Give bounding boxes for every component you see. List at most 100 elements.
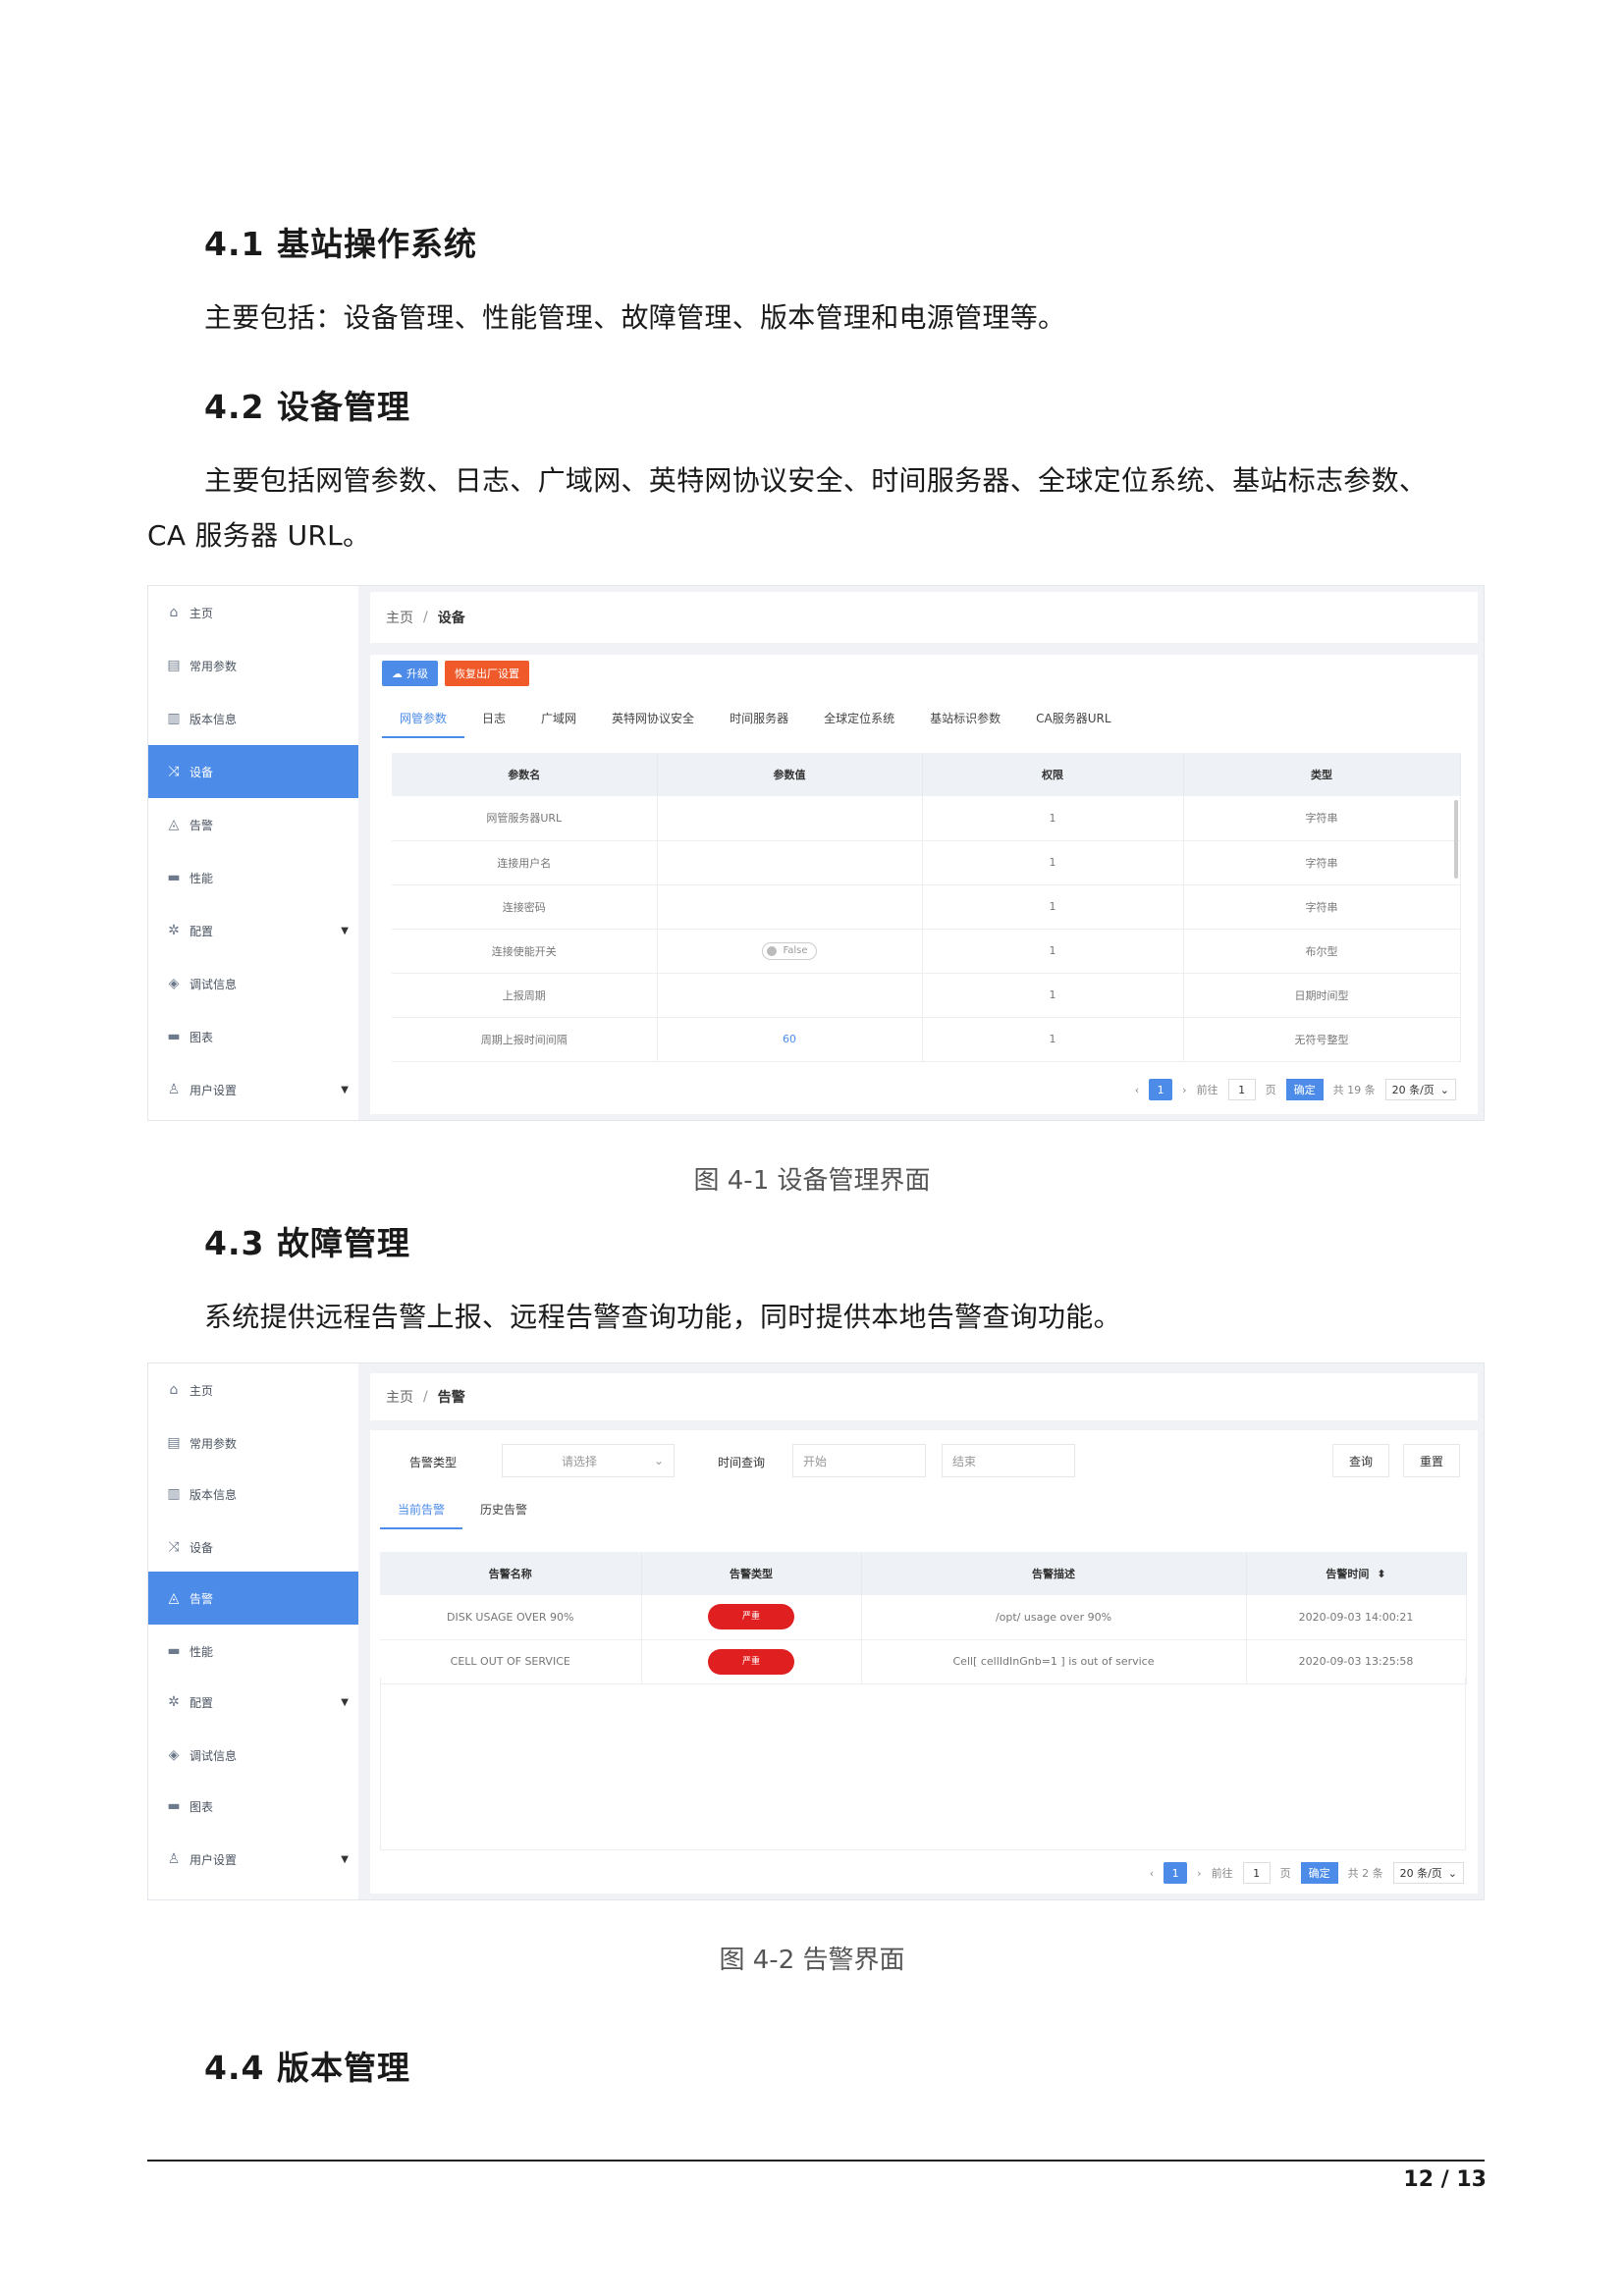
version-icon: ▥ [167, 1486, 181, 1502]
column-header-sortable[interactable]: 告警时间 ⬍ [1246, 1552, 1467, 1595]
page-unit-label: 页 [1279, 1867, 1291, 1880]
goto-label: 前往 [1211, 1867, 1233, 1880]
tab-gps[interactable]: 全球定位系统 [806, 710, 912, 738]
table-row[interactable]: 连接使能开关 False 1 布尔型 [392, 929, 1461, 974]
device-icon: ⤨ [168, 1539, 180, 1555]
user-icon: ♙ [167, 1851, 181, 1867]
caret-down-icon: ▼ [341, 1853, 349, 1865]
table-row[interactable]: 连接用户名 1 字符串 [392, 840, 1461, 885]
param-value-cell[interactable] [657, 884, 923, 930]
page-unit-label: 页 [1265, 1084, 1276, 1096]
tab-wan[interactable]: 广域网 [523, 710, 594, 738]
sidebar-item-label: 常用参数 [189, 1436, 238, 1451]
sidebar-item-version[interactable]: ▥ 版本信息 [148, 692, 358, 745]
sidebar-item-charts[interactable]: ▬ 图表 [148, 1780, 358, 1833]
table-row[interactable]: 连接密码 1 字符串 [392, 884, 1461, 930]
sidebar-item-label: 性能 [189, 871, 214, 885]
alarm-description-cell: /opt/ usage over 90% [861, 1595, 1247, 1640]
table-scrollbar[interactable] [1454, 800, 1458, 879]
tab-nms-params[interactable]: 网管参数 [382, 710, 465, 738]
sidebar-item-home[interactable]: ⌂ 主页 [148, 586, 358, 639]
breadcrumb-current: 设备 [437, 611, 465, 626]
param-name-cell: 连接密码 [392, 884, 658, 930]
sidebar-item-device[interactable]: ⤨ 设备 [148, 745, 358, 798]
column-header: 参数名 [392, 753, 658, 796]
toggle-switch[interactable]: False [762, 941, 817, 960]
sidebar-item-label: 用户设置 [189, 1083, 238, 1097]
sidebar-item-device[interactable]: ⤨ 设备 [148, 1521, 358, 1574]
start-time-input[interactable]: 开始 [792, 1444, 926, 1477]
tab-ca-url[interactable]: CA服务器URL [1018, 710, 1128, 738]
table-row[interactable]: DISK USAGE OVER 90% 严重/opt/ usage over 90… [380, 1595, 1467, 1640]
goto-page-input[interactable]: 1 [1242, 1862, 1271, 1884]
confirm-button[interactable]: 确定 [1300, 1862, 1338, 1884]
page-size-select[interactable]: 20 条/页 ⌄ [1384, 1079, 1456, 1100]
param-value-cell[interactable]: 60 [657, 1017, 923, 1062]
prev-page-button[interactable]: ‹ [1135, 1084, 1139, 1096]
sidebar-item-performance[interactable]: ▬ 性能 [148, 851, 358, 904]
sidebar-item-debug[interactable]: ◈ 调试信息 [148, 957, 358, 1010]
breadcrumb: 主页 / 告警 [370, 1373, 1478, 1420]
tab-current-alarms[interactable]: 当前告警 [380, 1501, 463, 1529]
breadcrumb-home[interactable]: 主页 [386, 1387, 413, 1407]
device-panel: ☁ 升级 恢复出厂设置 网管参数 日志 广域网 英特网协议安全 时间服务器 全球定… [370, 655, 1478, 1114]
param-value-cell[interactable] [657, 973, 923, 1018]
sidebar-item-label: 性能 [189, 1644, 214, 1659]
factory-reset-button[interactable]: 恢复出厂设置 [445, 661, 529, 686]
current-page-button[interactable]: 1 [1149, 1079, 1173, 1100]
permission-cell: 1 [922, 1017, 1184, 1062]
next-page-button[interactable]: › [1197, 1867, 1201, 1880]
confirm-button[interactable]: 确定 [1285, 1079, 1324, 1100]
column-header-label: 告警时间 [1326, 1568, 1370, 1580]
param-value-cell[interactable] [657, 796, 923, 841]
end-time-input[interactable]: 结束 [942, 1444, 1075, 1477]
sidebar-item-user-settings[interactable]: ♙ 用户设置 ▼ [148, 1833, 358, 1886]
alarm-type-select[interactable]: 请选择 ⌄ [502, 1444, 675, 1477]
page-size-select[interactable]: 20 条/页 ⌄ [1392, 1862, 1464, 1884]
table-empty-area [380, 1678, 1466, 1850]
table-row[interactable]: 上报周期 1 日期时间型 [392, 973, 1461, 1018]
sidebar-item-performance[interactable]: ▬ 性能 [148, 1625, 358, 1678]
upgrade-button[interactable]: ☁ 升级 [382, 661, 438, 686]
alarm-type-cell: 严重 [641, 1595, 862, 1640]
next-page-button[interactable]: › [1182, 1084, 1186, 1096]
goto-page-input[interactable]: 1 [1227, 1079, 1256, 1100]
breadcrumb-home[interactable]: 主页 [386, 608, 413, 627]
table-row[interactable]: 网管服务器URL 1 字符串 [392, 796, 1461, 841]
tab-history-alarms[interactable]: 历史告警 [462, 1501, 545, 1529]
figure-4-2-caption: 图 4-2 告警界面 [719, 1946, 905, 1975]
sidebar-item-config[interactable]: ✲ 配置 ▼ [148, 904, 358, 957]
permission-cell: 1 [922, 884, 1184, 930]
sidebar-item-version[interactable]: ▥ 版本信息 [148, 1468, 358, 1521]
permission-cell: 1 [922, 840, 1184, 885]
sidebar-item-config[interactable]: ✲ 配置 ▼ [148, 1676, 358, 1729]
sidebar-item-charts[interactable]: ▬ 图表 [148, 1010, 358, 1063]
tab-ipsec[interactable]: 英特网协议安全 [594, 710, 712, 738]
type-cell: 字符串 [1183, 884, 1461, 930]
sidebar-item-params[interactable]: ▤ 常用参数 [148, 639, 358, 692]
tab-log[interactable]: 日志 [464, 710, 523, 738]
tab-station-id[interactable]: 基站标识参数 [912, 710, 1018, 738]
figure-4-1-caption: 图 4-1 设备管理界面 [693, 1166, 931, 1196]
query-button[interactable]: 查询 [1332, 1444, 1389, 1477]
cloud-upload-icon: ☁ [392, 667, 403, 680]
section-4-3-title: 4.3 故障管理 [204, 1224, 410, 1262]
home-icon: ⌂ [169, 605, 179, 620]
alarm-panel: 告警类型 请选择 ⌄ 时间查询 开始 结束 查询 重置 当前告警 历史告警 告警名… [370, 1430, 1478, 1894]
prev-page-button[interactable]: ‹ [1150, 1867, 1154, 1880]
sidebar-item-alarm[interactable]: ◬ 告警 [148, 798, 358, 851]
current-page-button[interactable]: 1 [1164, 1862, 1188, 1884]
param-name-cell: 连接用户名 [392, 840, 658, 885]
sort-icon[interactable]: ⬍ [1377, 1568, 1385, 1580]
section-4-4-title: 4.4 版本管理 [204, 2049, 410, 2087]
sidebar-item-user-settings[interactable]: ♙ 用户设置 ▼ [148, 1063, 358, 1116]
table-row[interactable]: 周期上报时间间隔 60 1 无符号整型 [392, 1017, 1461, 1062]
param-value-cell[interactable] [657, 840, 923, 885]
tab-time-server[interactable]: 时间服务器 [712, 710, 806, 738]
sidebar-item-alarm[interactable]: ◬ 告警 [148, 1572, 358, 1625]
sidebar-item-debug[interactable]: ◈ 调试信息 [148, 1729, 358, 1782]
type-cell: 字符串 [1183, 796, 1461, 841]
sidebar-item-params[interactable]: ▤ 常用参数 [148, 1416, 358, 1469]
sidebar-item-home[interactable]: ⌂ 主页 [148, 1363, 358, 1416]
reset-button[interactable]: 重置 [1403, 1444, 1460, 1477]
